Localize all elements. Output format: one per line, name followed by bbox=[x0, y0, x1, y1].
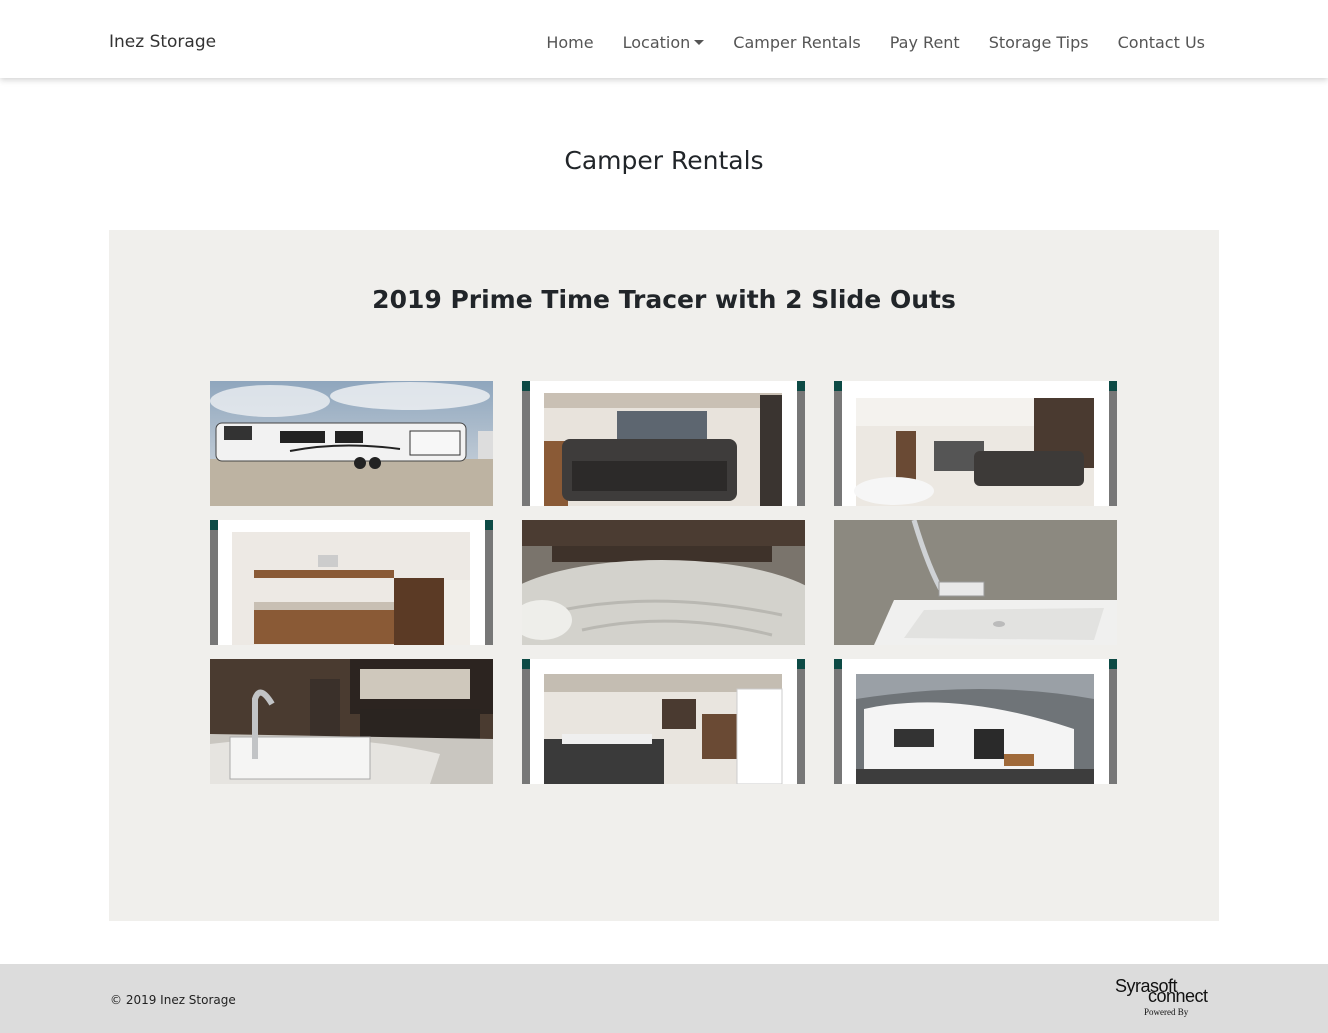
nav-location-label: Location bbox=[622, 33, 691, 52]
nav-contact-us[interactable]: Contact Us bbox=[1118, 33, 1205, 52]
gallery-panel: 2019 Prime Time Tracer with 2 Slide Outs bbox=[109, 230, 1219, 921]
photo-sofa-living-area[interactable] bbox=[522, 381, 805, 506]
page-title: Camper Rentals bbox=[564, 146, 764, 175]
nav-home[interactable]: Home bbox=[546, 33, 593, 52]
photo-dinette-interior[interactable] bbox=[522, 659, 805, 784]
footer: © 2019 Inez Storage Syrasoft connect Pow… bbox=[0, 964, 1328, 1033]
photo-bathroom-tub[interactable] bbox=[834, 520, 1117, 645]
nav-pay-rent[interactable]: Pay Rent bbox=[890, 33, 960, 52]
nav-camper-rentals[interactable]: Camper Rentals bbox=[733, 33, 860, 52]
photo-kitchen-sink[interactable] bbox=[210, 659, 493, 784]
photo-bedroom[interactable] bbox=[522, 520, 805, 645]
powered-by-caption: Powered By bbox=[1144, 1007, 1189, 1017]
caret-down-icon bbox=[694, 39, 705, 45]
gallery-heading: 2019 Prime Time Tracer with 2 Slide Outs bbox=[372, 285, 956, 314]
photo-bunk-beds[interactable] bbox=[210, 520, 493, 645]
logo-bottom-text: connect bbox=[1148, 986, 1208, 1006]
brand-link[interactable]: Inez Storage bbox=[109, 32, 216, 52]
nav-location-dropdown[interactable]: Location bbox=[623, 33, 705, 52]
copyright-text: © 2019 Inez Storage bbox=[110, 993, 236, 1007]
photo-exterior-trailer[interactable] bbox=[210, 381, 493, 506]
syrasoft-connect-logo[interactable]: Syrasoft connect Powered By bbox=[1114, 976, 1220, 1022]
photo-exterior-awning[interactable] bbox=[834, 659, 1117, 784]
nav-storage-tips[interactable]: Storage Tips bbox=[989, 33, 1089, 52]
photo-living-kitchen-area[interactable] bbox=[834, 381, 1117, 506]
navbar: Inez Storage Home Location Camper Rental… bbox=[0, 0, 1328, 78]
nav-menu: Home Location Camper Rentals Pay Rent St… bbox=[517, 33, 1205, 52]
